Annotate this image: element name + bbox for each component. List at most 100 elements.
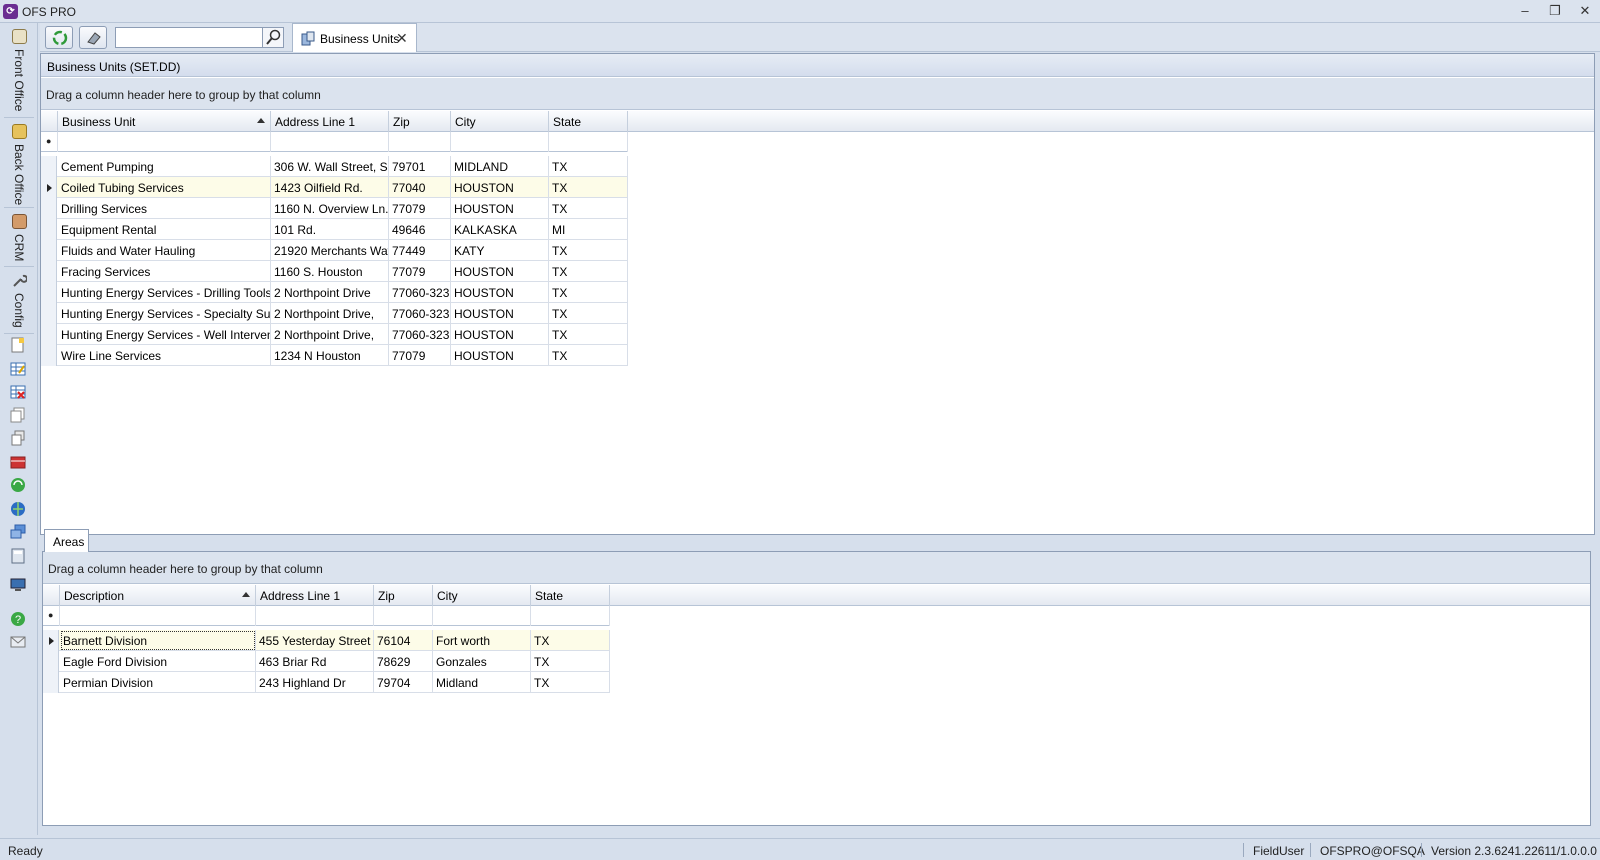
column-header[interactable]: Business Unit (58, 111, 271, 132)
table-cell[interactable]: Fort worth (433, 630, 531, 651)
table-row[interactable]: Cement Pumping 306 W. Wall Street, S... 79… (41, 156, 628, 177)
table-cell[interactable]: Barnett Division (60, 630, 256, 651)
table-row[interactable]: Hunting Energy Services - Well Intervent… (41, 324, 628, 345)
table-cell[interactable]: 79701 (389, 156, 451, 177)
copy-icon[interactable] (10, 407, 26, 423)
table-cell[interactable]: 1160 S. Houston (271, 261, 389, 282)
table-cell[interactable]: HOUSTON (451, 261, 549, 282)
table-cell[interactable]: 243 Highland Dr (256, 672, 374, 693)
refresh-globe-icon[interactable] (10, 477, 26, 493)
filter-cell[interactable] (374, 606, 433, 626)
row-indicator[interactable] (41, 156, 57, 177)
table-cell[interactable]: TX (549, 198, 628, 219)
table-cell[interactable]: TX (549, 240, 628, 261)
row-indicator[interactable] (41, 198, 57, 219)
table-cell[interactable]: HOUSTON (451, 303, 549, 324)
table-cell[interactable]: Gonzales (433, 651, 531, 672)
table-cell[interactable]: 79704 (374, 672, 433, 693)
table-cell[interactable]: Fluids and Water Hauling (58, 240, 271, 261)
table-cell[interactable]: TX (549, 261, 628, 282)
search-input[interactable] (115, 27, 263, 48)
group-by-area[interactable]: Drag a column header here to group by th… (43, 552, 1590, 584)
table-cell[interactable]: 306 W. Wall Street, S... (271, 156, 389, 177)
table-cell[interactable]: Drilling Services (58, 198, 271, 219)
table-cell[interactable]: 76104 (374, 630, 433, 651)
table-cell[interactable]: Fracing Services (58, 261, 271, 282)
edit-grid-icon[interactable] (10, 361, 26, 377)
windows-icon[interactable] (10, 524, 26, 540)
table-cell[interactable]: HOUSTON (451, 282, 549, 303)
table-row[interactable]: Fluids and Water Hauling 21920 Merchants … (41, 240, 628, 261)
table-cell[interactable]: Hunting Energy Services - Well Intervent… (58, 324, 271, 345)
new-record-icon[interactable] (10, 337, 26, 353)
column-header[interactable]: City (451, 111, 549, 132)
table-row[interactable]: Fracing Services 1160 S. Houston 77079 HOUS… (41, 261, 628, 282)
table-cell[interactable]: 1234 N Houston (271, 345, 389, 366)
table-cell[interactable]: TX (531, 630, 610, 651)
table-cell[interactable]: 2 Northpoint Drive (271, 282, 389, 303)
table-cell[interactable]: Midland (433, 672, 531, 693)
table-cell[interactable]: KATY (451, 240, 549, 261)
table-row[interactable]: Hunting Energy Services - Specialty Supp… (41, 303, 628, 324)
table-cell[interactable]: Permian Division (60, 672, 256, 693)
table-cell[interactable]: TX (549, 177, 628, 198)
mail-icon[interactable] (10, 634, 26, 650)
table-cell[interactable]: MIDLAND (451, 156, 549, 177)
table-row[interactable]: Eagle Ford Division 463 Briar Rd 78629 Gonz… (43, 651, 610, 672)
table-cell[interactable]: 77040 (389, 177, 451, 198)
table-cell[interactable]: 78629 (374, 651, 433, 672)
row-indicator[interactable] (43, 672, 59, 693)
table-cell[interactable]: 77449 (389, 240, 451, 261)
table-cell[interactable]: 463 Briar Rd (256, 651, 374, 672)
filter-cell[interactable] (256, 606, 374, 626)
filter-cell[interactable] (531, 606, 610, 626)
table-row[interactable]: Drilling Services 1160 N. Overview Ln....… (41, 198, 628, 219)
row-indicator[interactable] (41, 240, 57, 261)
column-header[interactable]: Address Line 1 (271, 111, 389, 132)
table-row[interactable]: Permian Division 243 Highland Dr 79704 Midl… (43, 672, 610, 693)
table-row[interactable]: Equipment Rental 101 Rd. 49646 KALKASKA MI (41, 219, 628, 240)
table-cell[interactable]: Cement Pumping (58, 156, 271, 177)
restore-button[interactable]: ❐ (1544, 3, 1566, 19)
filter-cell[interactable] (433, 606, 531, 626)
clear-button[interactable] (79, 26, 107, 49)
table-cell[interactable]: MI (549, 219, 628, 240)
row-indicator[interactable] (41, 345, 57, 366)
table-cell[interactable]: TX (549, 303, 628, 324)
table-cell[interactable]: Coiled Tubing Services (58, 177, 271, 198)
table-cell[interactable]: 77060-3236 (389, 303, 451, 324)
table-row[interactable]: Barnett Division 455 Yesterday Street 7610… (43, 630, 610, 651)
row-indicator[interactable] (43, 651, 59, 672)
delete-grid-icon[interactable] (10, 384, 26, 400)
column-header[interactable]: Zip (374, 585, 433, 606)
table-cell[interactable]: Hunting Energy Services - Drilling Tools (58, 282, 271, 303)
table-cell[interactable]: TX (549, 282, 628, 303)
row-indicator[interactable] (41, 261, 57, 282)
table-cell[interactable]: HOUSTON (451, 177, 549, 198)
calculator-icon[interactable] (10, 548, 26, 564)
stack-icon[interactable] (10, 430, 26, 446)
table-cell[interactable]: TX (549, 324, 628, 345)
table-row[interactable]: Wire Line Services 1234 N Houston 77079 HOU… (41, 345, 628, 366)
column-header[interactable]: City (433, 585, 531, 606)
table-row[interactable]: Hunting Energy Services - Drilling Tools… (41, 282, 628, 303)
filter-cell[interactable] (58, 132, 271, 152)
table-cell[interactable]: KALKASKA (451, 219, 549, 240)
column-header[interactable]: Description (60, 585, 256, 606)
row-indicator[interactable] (41, 324, 57, 345)
filter-cell[interactable] (451, 132, 549, 152)
column-header[interactable]: Address Line 1 (256, 585, 374, 606)
table-cell[interactable]: 77079 (389, 345, 451, 366)
table-cell[interactable]: 77079 (389, 261, 451, 282)
tab-areas[interactable]: Areas (44, 529, 89, 552)
group-by-area[interactable]: Drag a column header here to group by th… (41, 78, 1594, 110)
table-cell[interactable]: 101 Rd. (271, 219, 389, 240)
table-cell[interactable]: Hunting Energy Services - Specialty Supp… (58, 303, 271, 324)
web-icon[interactable] (10, 501, 26, 517)
table-row[interactable]: Coiled Tubing Services 1423 Oilfield Rd. 7… (41, 177, 628, 198)
table-cell[interactable]: TX (549, 345, 628, 366)
table-cell[interactable]: Eagle Ford Division (60, 651, 256, 672)
filter-cell[interactable] (60, 606, 256, 626)
table-cell[interactable]: 77060-3236 (389, 324, 451, 345)
table-cell[interactable]: Wire Line Services (58, 345, 271, 366)
